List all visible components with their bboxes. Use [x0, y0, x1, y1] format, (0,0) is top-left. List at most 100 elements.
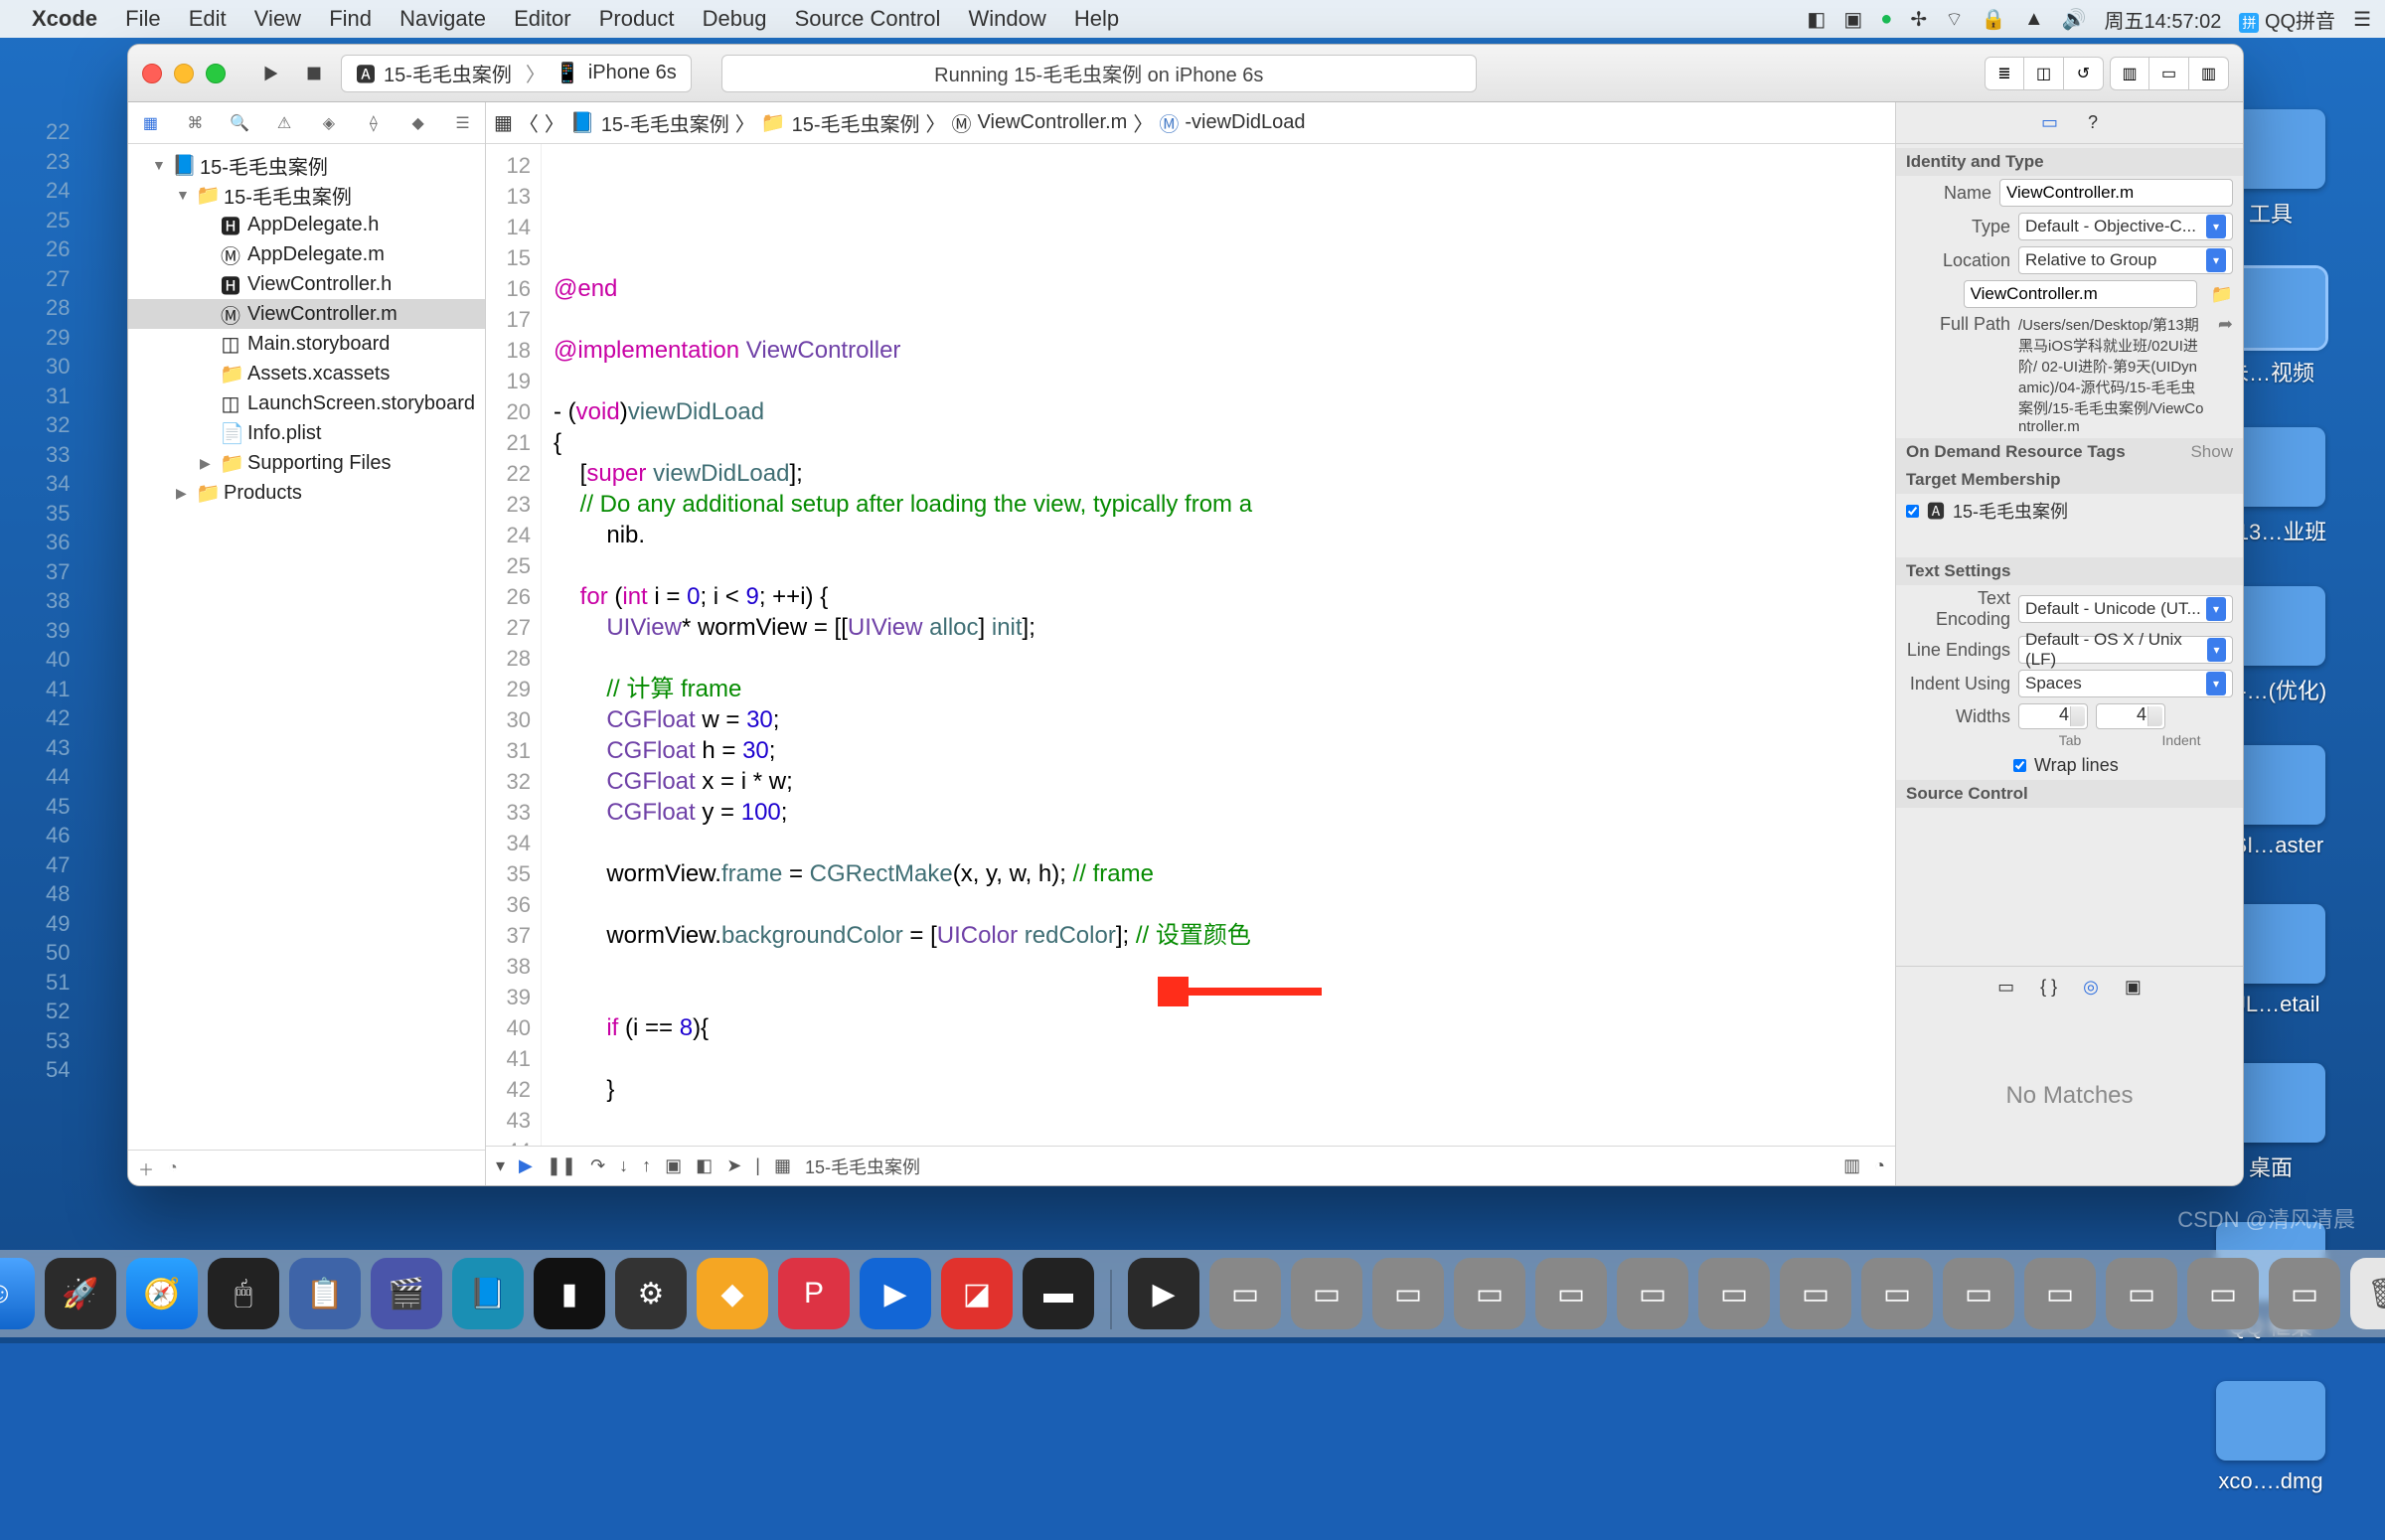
app-icon[interactable]: ▬ — [1023, 1258, 1094, 1329]
menu-help[interactable]: Help — [1074, 6, 1119, 31]
menu-debug[interactable]: Debug — [703, 6, 767, 31]
close-window-button[interactable] — [142, 64, 162, 83]
app-icon[interactable]: 🖱 — [208, 1258, 279, 1329]
target-checkbox[interactable] — [1906, 505, 1919, 518]
app-menu[interactable]: Xcode File Edit View Find Navigate Edito… — [32, 6, 1141, 32]
file-item[interactable]: 🅷AppDelegate.h — [128, 210, 485, 239]
jump-project[interactable]: 15-毛毛虫案例 — [601, 108, 729, 137]
encoding-dropdown[interactable]: Default - Unicode (UT...▾ — [2018, 595, 2233, 623]
jump-folder[interactable]: 15-毛毛虫案例 — [792, 108, 920, 137]
test-navigator-tab[interactable]: ◈ — [317, 113, 341, 133]
step-out-icon[interactable]: ↑ — [642, 1155, 651, 1176]
minimized-window[interactable]: ▭ — [1291, 1258, 1362, 1329]
project-navigator-tab[interactable]: ▦ — [138, 113, 162, 133]
lock-icon[interactable]: 🔒 — [1982, 7, 2006, 32]
file-item[interactable]: 📄Info.plist — [128, 418, 485, 448]
view-debug-icon[interactable]: ▣ — [665, 1155, 682, 1176]
menu-edit[interactable]: Edit — [189, 6, 227, 31]
file-item[interactable]: ⓂViewController.m — [128, 299, 485, 329]
status-item-icon[interactable]: ◧ — [1807, 7, 1826, 32]
app-icon[interactable]: P — [778, 1258, 850, 1329]
minimized-window[interactable]: ▭ — [1617, 1258, 1688, 1329]
minimized-window[interactable]: ▭ — [1780, 1258, 1851, 1329]
source-code[interactable]: @end @implementation ViewController - (v… — [542, 144, 1895, 1146]
folder-item[interactable]: ▼📁15-毛毛虫案例 — [128, 180, 485, 210]
minimized-window[interactable]: ▭ — [1535, 1258, 1607, 1329]
wifi-icon[interactable]: ▲ — [2024, 8, 2044, 31]
jump-symbol[interactable]: -viewDidLoad — [1185, 111, 1305, 134]
location-file-field[interactable] — [1964, 280, 2197, 308]
step-over-icon[interactable]: ↷ — [590, 1155, 605, 1176]
launchpad-icon[interactable]: 🚀 — [45, 1258, 116, 1329]
wrap-lines-checkbox[interactable] — [2013, 759, 2026, 772]
media-library-tab[interactable]: ▣ — [2125, 977, 2142, 998]
step-into-icon[interactable]: ↓ — [619, 1155, 628, 1176]
project-root[interactable]: ▼📘15-毛毛虫案例 — [128, 150, 485, 180]
pause-icon[interactable]: ❚❚ — [547, 1155, 576, 1176]
app-icon[interactable]: ▶ — [1128, 1258, 1199, 1329]
report-navigator-tab[interactable]: ☰ — [451, 113, 475, 133]
back-button[interactable]: 〈 — [519, 108, 539, 137]
project-tree[interactable]: ▼📘15-毛毛虫案例 ▼📁15-毛毛虫案例 🅷AppDelegate.hⓂApp… — [128, 144, 485, 1150]
toggle-inspector-button[interactable]: ▥ — [2189, 57, 2229, 90]
code-area[interactable]: 1213141516171819202122232425262728293031… — [486, 144, 1895, 1146]
folder-item[interactable]: ▶📁Products — [128, 478, 485, 508]
minimized-window[interactable]: ▭ — [2024, 1258, 2096, 1329]
issue-navigator-tab[interactable]: ⚠ — [272, 113, 296, 133]
version-editor-button[interactable]: ↺ — [2064, 57, 2104, 90]
menu-find[interactable]: Find — [329, 6, 372, 31]
app-icon[interactable]: 📋 — [289, 1258, 361, 1329]
debug-filter-icon[interactable]: ◔ — [1874, 1155, 1885, 1176]
minimized-window[interactable]: ▭ — [1454, 1258, 1525, 1329]
debug-process-name[interactable]: 15-毛毛虫案例 — [805, 1154, 920, 1179]
app-icon[interactable]: 📘 — [452, 1258, 524, 1329]
code-snippet-tab[interactable]: { } — [2040, 977, 2057, 998]
memory-graph-icon[interactable]: ◧ — [696, 1155, 713, 1176]
minimized-window[interactable]: ▭ — [1698, 1258, 1770, 1329]
forward-button[interactable]: 〉 — [545, 108, 564, 137]
menu-file[interactable]: File — [125, 6, 160, 31]
bluetooth-icon[interactable]: ⌔ — [1945, 7, 1964, 32]
status-item-icon[interactable]: ▣ — [1843, 7, 1862, 32]
minimized-window[interactable]: ▭ — [2106, 1258, 2177, 1329]
zoom-window-button[interactable] — [206, 64, 226, 83]
breakpoints-icon[interactable]: ▶ — [519, 1155, 533, 1176]
choose-path-icon[interactable]: 📁 — [2211, 284, 2233, 305]
trash-icon[interactable]: 🗑 — [2350, 1258, 2385, 1329]
finder-icon[interactable]: ☺ — [0, 1258, 35, 1329]
file-item[interactable]: ◫LaunchScreen.storyboard — [128, 388, 485, 418]
minimized-window[interactable]: ▭ — [1861, 1258, 1933, 1329]
lineendings-dropdown[interactable]: Default - OS X / Unix (LF)▾ — [2018, 636, 2233, 664]
minimized-window[interactable]: ▭ — [2187, 1258, 2259, 1329]
run-button[interactable] — [253, 57, 287, 90]
simulate-location-icon[interactable]: ➤ — [726, 1155, 741, 1176]
hide-debug-icon[interactable]: ▾ — [496, 1155, 505, 1176]
debug-split-icon[interactable]: ▥ — [1843, 1155, 1860, 1176]
type-dropdown[interactable]: Default - Objective-C...▾ — [2018, 213, 2233, 240]
app-icon[interactable]: ▶ — [860, 1258, 931, 1329]
reveal-icon[interactable]: ➦ — [2218, 314, 2233, 335]
assistant-editor-button[interactable]: ◫ — [2024, 57, 2064, 90]
file-item[interactable]: 📁Assets.xcassets — [128, 359, 485, 388]
inspector-body[interactable]: Identity and Type Name TypeDefault - Obj… — [1896, 144, 2243, 966]
debug-navigator-tab[interactable]: ⟠ — [362, 113, 386, 133]
breakpoint-navigator-tab[interactable]: ◆ — [406, 113, 430, 133]
menu-source-control[interactable]: Source Control — [795, 6, 941, 31]
menu-product[interactable]: Product — [599, 6, 675, 31]
location-dropdown[interactable]: Relative to Group▾ — [2018, 246, 2233, 274]
minimize-window-button[interactable] — [174, 64, 194, 83]
menu-navigate[interactable]: Navigate — [399, 6, 486, 31]
app-name[interactable]: Xcode — [32, 6, 97, 31]
minimized-window[interactable]: ▭ — [2269, 1258, 2340, 1329]
symbol-navigator-tab[interactable]: ⌘ — [183, 113, 207, 133]
folder-item[interactable]: ▶📁Supporting Files — [128, 448, 485, 478]
status-item-icon[interactable]: ● — [1880, 8, 1892, 31]
jump-file[interactable]: ViewController.m — [978, 111, 1128, 134]
jump-bar[interactable]: ▦ 〈 〉 📘15-毛毛虫案例 〉 📁15-毛毛虫案例 〉 ⓂViewContr… — [486, 102, 1895, 144]
add-button[interactable]: ＋ — [138, 1156, 154, 1180]
indent-width-stepper[interactable]: 4 — [2096, 703, 2165, 729]
menu-window[interactable]: Window — [969, 6, 1046, 31]
app-icon[interactable]: 🎬 — [371, 1258, 442, 1329]
file-item[interactable]: 🅷ViewController.h — [128, 269, 485, 299]
minimized-window[interactable]: ▭ — [1209, 1258, 1281, 1329]
